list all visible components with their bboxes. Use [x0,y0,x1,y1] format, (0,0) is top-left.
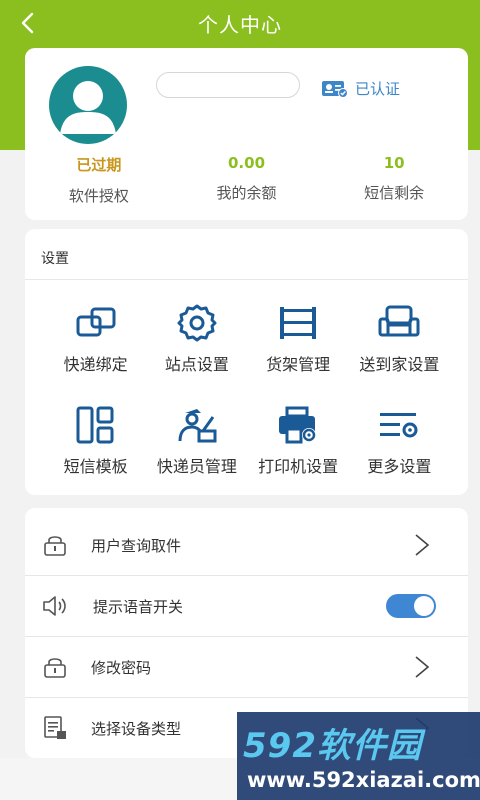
settings-item-label: 送到家设置 [359,355,440,374]
settings-item-label: 短信模板 [63,457,128,476]
shelf-icon [280,307,317,339]
lock-icon [41,531,69,559]
more-settings-icon [380,413,418,438]
page-title: 个人中心 [198,12,282,37]
watermark-brand: 592软件园 [243,726,422,766]
stat-label: 软件授权 [68,187,129,205]
settings-item-label: 快递员管理 [156,457,237,476]
settings-item-site[interactable]: 站点设置 [146,303,247,375]
settings-item-more[interactable]: 更多设置 [349,405,450,477]
toggle-knob [414,596,434,616]
settings-item-label: 站点设置 [164,355,229,374]
chevron-right-icon [415,656,430,678]
list-item-label: 提示语音开关 [93,597,184,616]
settings-card: 设置 快递绑定 站点设置 货架管理 送到家设置 短信模板 快递员管理 打印机设置… [25,229,468,495]
chevron-right-icon [415,534,430,556]
list-item-voice-prompt[interactable]: 提示语音开关 [25,576,468,636]
document-icon [41,714,69,742]
settings-title: 设置 [41,251,69,267]
verified-badge: 已认证 [321,78,400,99]
stat-value: 0.00 [228,154,266,172]
avatar[interactable] [49,66,127,144]
stats-row: 已过期 软件授权 0.00 我的余额 10 短信剩余 [25,154,468,206]
watermark-url: www.592xiazai.com [247,768,480,792]
verified-label: 已认证 [355,80,401,98]
top-bar: 个人中心 [0,0,480,46]
list-item-label: 修改密码 [91,658,152,677]
list-item-change-password[interactable]: 修改密码 [25,637,468,697]
chevron-left-icon [21,12,34,34]
settings-item-shelf[interactable]: 货架管理 [248,303,349,375]
settings-item-courier-manage[interactable]: 快递员管理 [146,405,247,477]
list-item-label: 用户查询取件 [91,536,182,555]
stat-label: 短信剩余 [364,184,425,202]
settings-item-label: 更多设置 [367,457,432,476]
username-field [156,72,300,98]
watermark: 592软件园 www.592xiazai.com [237,712,480,800]
stat-label: 我的余额 [216,184,277,202]
lock-icon [41,653,69,681]
stat-value: 10 [383,154,405,172]
voice-toggle[interactable] [386,594,436,618]
speaker-icon [41,592,69,620]
settings-grid: 快递绑定 站点设置 货架管理 送到家设置 短信模板 快递员管理 打印机设置 更多… [45,303,450,477]
settings-item-label: 货架管理 [266,355,331,374]
courier-icon [178,409,217,443]
stat-balance[interactable]: 0.00 我的余额 [173,154,321,206]
stat-sms[interactable]: 10 短信剩余 [320,154,468,206]
settings-item-label: 快递绑定 [63,355,128,374]
settings-item-home-delivery[interactable]: 送到家设置 [349,303,450,375]
divider [25,279,468,280]
profile-card: 已认证 已过期 软件授权 0.00 我的余额 10 短信剩余 [25,48,468,220]
back-button[interactable] [14,9,42,37]
settings-item-courier-binding[interactable]: 快递绑定 [45,303,146,375]
settings-item-label: 打印机设置 [258,457,339,476]
user-icon [60,81,116,134]
stat-license[interactable]: 已过期 软件授权 [25,154,173,206]
gear-icon [177,304,217,342]
sofa-icon [378,305,420,337]
id-card-icon [322,80,348,98]
settings-item-sms-template[interactable]: 短信模板 [45,405,146,477]
link-icon [76,307,116,337]
settings-item-printer[interactable]: 打印机设置 [248,405,349,477]
printer-icon [279,406,317,444]
list-item-label: 选择设备类型 [91,719,182,738]
template-icon [76,406,114,444]
list-item-user-pickup[interactable]: 用户查询取件 [25,515,468,575]
stat-value: 已过期 [76,156,122,174]
